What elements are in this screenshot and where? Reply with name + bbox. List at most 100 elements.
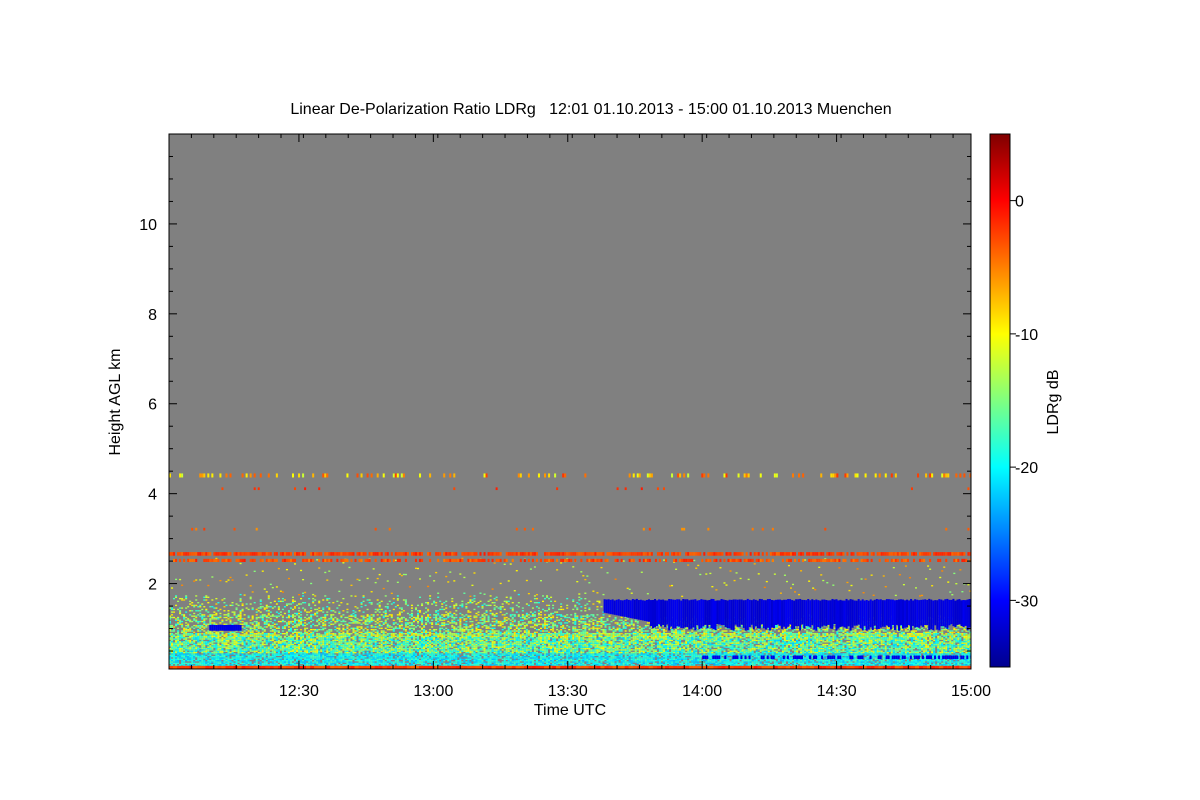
heatmap-cell	[229, 634, 232, 636]
heatmap-cell	[243, 645, 246, 647]
heatmap-cell	[467, 639, 470, 642]
heatmap-cell	[338, 633, 341, 635]
heatmap-cell	[221, 657, 224, 659]
heatmap-cell	[360, 643, 363, 646]
heatmap-cell	[461, 647, 464, 650]
heatmap-cell	[439, 662, 442, 665]
heatmap-cell	[179, 578, 182, 581]
heatmap-cell	[463, 628, 466, 631]
heatmap-cell	[179, 646, 182, 648]
heatmap-cell	[189, 662, 192, 665]
heatmap-cell	[400, 635, 403, 638]
heatmap-cell	[181, 649, 184, 651]
heatmap-cell	[378, 662, 381, 665]
heatmap-cell	[253, 662, 256, 665]
heatmap-cell	[314, 604, 317, 607]
heatmap-cell	[340, 642, 343, 644]
heatmap-cell	[427, 614, 430, 616]
heatmap-cell	[285, 633, 288, 635]
heatmap-cell	[314, 612, 317, 615]
heatmap-cell	[382, 660, 385, 662]
heatmap-cell	[221, 653, 224, 655]
heatmap-cell	[396, 614, 399, 616]
heatmap-cell	[402, 647, 405, 650]
heatmap-cell	[425, 655, 428, 658]
heatmap-cell	[211, 651, 214, 654]
heatmap-cell	[437, 639, 440, 642]
heatmap-cell	[187, 641, 190, 643]
heatmap-cell	[473, 600, 476, 603]
heatmap-cell	[177, 650, 180, 652]
heatmap-cell	[253, 655, 256, 658]
heatmap-cell	[308, 641, 311, 643]
heatmap-cell	[342, 614, 345, 616]
heatmap-cell	[439, 658, 442, 661]
heatmap-cell	[241, 603, 244, 605]
heatmap-cell	[213, 635, 216, 638]
heatmap-cell	[465, 624, 468, 627]
heatmap-cell	[225, 647, 228, 650]
heatmap-cell	[368, 645, 371, 647]
heatmap-cell	[279, 658, 282, 661]
heatmap-cell	[396, 618, 399, 620]
heatmap-cell	[412, 619, 415, 621]
heatmap-cell	[259, 664, 262, 666]
heatmap-cell	[177, 662, 180, 665]
heatmap-cell	[207, 635, 210, 638]
heatmap-cell	[441, 608, 444, 611]
heatmap-cell	[396, 664, 399, 666]
heatmap-cell	[447, 653, 450, 655]
heatmap-cell	[273, 655, 276, 658]
heatmap-cell	[394, 657, 397, 659]
heatmap-cell	[300, 603, 303, 605]
heatmap-cell	[493, 662, 496, 665]
heatmap-cell	[483, 641, 486, 643]
heatmap-cell	[306, 642, 309, 644]
heatmap-cell	[406, 626, 409, 628]
heatmap-cell	[386, 633, 389, 635]
heatmap-cell	[267, 612, 270, 615]
heatmap-cell	[237, 635, 240, 638]
heatmap-cell	[296, 634, 299, 636]
heatmap-cell	[181, 655, 184, 658]
heatmap-cell	[279, 646, 282, 648]
heatmap-cell	[493, 637, 496, 639]
heatmap-cell	[346, 653, 349, 655]
heatmap-cell	[227, 646, 230, 648]
heatmap-cell	[390, 653, 393, 655]
heatmap-cell	[269, 639, 272, 642]
heatmap-cell	[221, 638, 224, 640]
heatmap-cell	[342, 562, 345, 564]
heatmap-cell	[294, 624, 297, 627]
heatmap-cell	[358, 626, 361, 628]
heatmap-cell	[233, 633, 236, 635]
heatmap-cell	[221, 620, 224, 623]
heatmap-cell	[241, 653, 244, 655]
heatmap-cell	[277, 630, 280, 632]
heatmap-cell	[209, 634, 212, 636]
heatmap-cell	[279, 638, 282, 640]
heatmap-cell	[453, 618, 456, 620]
heatmap-cell	[269, 647, 272, 650]
heatmap-cell	[314, 654, 317, 656]
heatmap-cell	[338, 661, 341, 663]
heatmap-cell	[402, 661, 405, 663]
heatmap-cell	[346, 657, 349, 659]
heatmap-cell	[223, 641, 226, 643]
heatmap-cell	[410, 654, 413, 656]
heatmap-cell	[439, 642, 442, 644]
heatmap-cell	[189, 651, 192, 654]
heatmap-cell	[261, 570, 264, 572]
heatmap-cell	[316, 660, 319, 662]
heatmap-cell	[475, 662, 478, 665]
heatmap-cell	[283, 658, 286, 661]
heatmap-cell	[431, 641, 434, 643]
heatmap-cell	[362, 611, 365, 613]
heatmap-cell	[410, 647, 413, 650]
heatmap-cell	[283, 646, 286, 648]
heatmap-cell	[423, 637, 426, 639]
heatmap-cell	[217, 616, 220, 619]
heatmap-cell	[263, 639, 266, 642]
heatmap-cell	[197, 602, 200, 604]
heatmap-cell	[249, 661, 252, 663]
